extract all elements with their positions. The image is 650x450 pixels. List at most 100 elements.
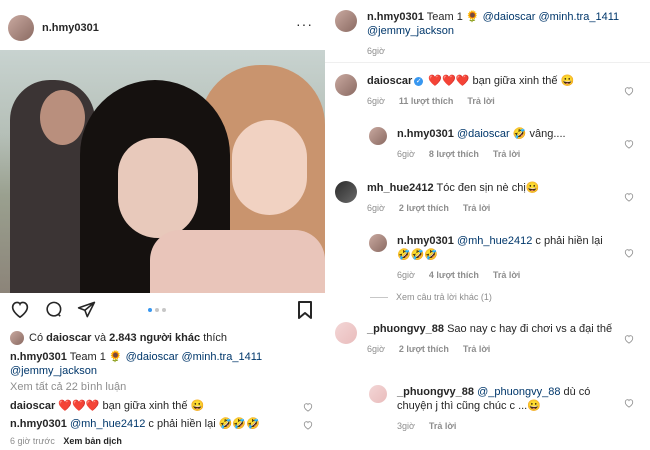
likes-and: và <box>94 332 107 344</box>
divider <box>325 62 650 63</box>
bookmark-icon[interactable] <box>297 300 313 325</box>
comment-likes[interactable]: 11 lượt thích <box>399 94 453 108</box>
comment-row: _phuongvy_88 Sao nay c hay đi chơi vs a … <box>335 322 622 356</box>
view-more-replies-label[interactable]: Xem câu trả lời khác (1) <box>396 292 492 302</box>
comment-like-icon[interactable] <box>624 86 634 96</box>
comment-body: daioscar ✓ ❤️❤️❤️ bạn giữa xinh thế 😀 6gi… <box>367 74 622 108</box>
author-avatar[interactable] <box>335 10 357 32</box>
comment-username[interactable]: n.hmy0301 <box>367 11 424 23</box>
photo-shirt <box>150 230 325 293</box>
reply-button[interactable]: Trả lời <box>493 147 520 161</box>
comment-username[interactable]: daioscar <box>10 400 55 412</box>
comment-text: ❤️❤️❤️ bạn giữa xinh thế 😀 <box>58 400 205 412</box>
carousel-dot <box>148 308 152 312</box>
comment-row: n.hmy0301 @mh_hue2412 c phải hiền lại 🤣🤣… <box>10 417 260 431</box>
author-avatar[interactable] <box>8 15 34 41</box>
reply-row: n.hmy0301 @mh_hue2412 c phải hiền lại 🤣🤣… <box>369 234 617 282</box>
comment-body: _phuongvy_88 Sao nay c hay đi chơi vs a … <box>367 322 622 356</box>
see-translation-link[interactable]: Xem bản dịch <box>63 436 122 446</box>
post-photo[interactable] <box>0 50 325 293</box>
comment-body: _phuongvy_88 @_phuongvy_88 dù có chuyện … <box>397 385 617 433</box>
commenter-avatar[interactable] <box>335 322 357 344</box>
comment-row: mh_hue2412 Tóc đen sịn nè chị😀 6giờ 2 lư… <box>335 181 622 215</box>
comment-like-icon[interactable] <box>624 248 634 258</box>
view-more-replies[interactable]: Xem câu trả lời khác (1) <box>370 292 492 302</box>
comment-likes[interactable]: 4 lượt thích <box>429 268 479 282</box>
share-icon[interactable] <box>77 300 96 319</box>
comment-likes[interactable]: 2 lượt thích <box>399 342 449 356</box>
carousel-indicator <box>148 308 166 312</box>
mention-link[interactable]: @jemmy_jackson <box>367 25 454 37</box>
comment-text: c phải hiền lại 🤣🤣🤣 <box>148 418 260 430</box>
verified-badge-icon: ✓ <box>414 76 424 86</box>
mention-link[interactable]: @jemmy_jackson <box>10 365 97 377</box>
comment-time: 6giờ <box>397 149 415 159</box>
reply-button[interactable]: Trả lời <box>493 268 520 282</box>
reply-row: _phuongvy_88 @_phuongvy_88 dù có chuyện … <box>369 385 617 433</box>
caption-line-2: @jemmy_jackson <box>10 364 97 378</box>
comment-like-icon[interactable] <box>624 192 634 202</box>
comment-likes[interactable]: 2 lượt thích <box>399 201 449 215</box>
post-footer: 6 giờ trước Xem bản dịch <box>10 434 122 448</box>
carousel-dot <box>155 308 159 312</box>
caption: n.hmy0301 Team 1 🌻 @daioscar @minh.tra_1… <box>10 350 262 364</box>
likes-prefix: Có <box>29 332 44 344</box>
caption-username[interactable]: n.hmy0301 <box>10 351 67 363</box>
liker-username[interactable]: daioscar <box>46 332 91 344</box>
comment-like-icon[interactable] <box>624 139 634 149</box>
mention-link[interactable]: @mh_hue2412 <box>70 418 145 430</box>
comment-like-icon[interactable] <box>624 398 634 408</box>
commenter-avatar[interactable] <box>369 385 387 403</box>
reply-button[interactable]: Trả lời <box>463 342 490 356</box>
carousel-dot <box>162 308 166 312</box>
comment-username[interactable]: n.hmy0301 <box>397 235 454 247</box>
comment-text: Tóc đen sịn nè chị😀 <box>436 182 540 194</box>
comment-text: Sao nay c hay đi chơi vs a đại thế <box>447 323 613 335</box>
commenter-avatar[interactable] <box>335 74 357 96</box>
view-all-comments[interactable]: Xem tất cả 22 bình luận <box>10 380 126 394</box>
more-options-icon[interactable]: ··· <box>296 16 313 32</box>
comment-meta: 6giờ 11 lượt thích Trả lời <box>367 94 622 108</box>
likes-count[interactable]: 2.843 người khác <box>109 332 200 344</box>
likes-suffix: thích <box>203 332 228 344</box>
comment-time: 6giờ <box>367 344 385 354</box>
comment-username[interactable]: _phuongvy_88 <box>397 386 474 398</box>
comment-username[interactable]: daioscar <box>367 75 412 87</box>
comment-username[interactable]: n.hmy0301 <box>397 128 454 140</box>
mention-link[interactable]: @minh.tra_1411 <box>181 351 262 363</box>
liker-avatar <box>10 331 24 345</box>
reply-button[interactable]: Trả lời <box>429 419 456 433</box>
post-header: n.hmy0301 <box>8 15 99 41</box>
comment-username[interactable]: mh_hue2412 <box>367 182 434 194</box>
comment-like-icon[interactable] <box>303 420 313 430</box>
comment-icon[interactable] <box>44 300 63 319</box>
comment-row: daioscar ✓ ❤️❤️❤️ bạn giữa xinh thế 😀 6gi… <box>335 74 622 108</box>
comment-row: daioscar ❤️❤️❤️ bạn giữa xinh thế 😀 <box>10 399 204 413</box>
comment-username[interactable]: n.hmy0301 <box>10 418 67 430</box>
comment-meta: 6giờ 4 lượt thích Trả lời <box>397 268 617 282</box>
mention-link[interactable]: @daioscar <box>457 128 510 140</box>
commenter-avatar[interactable] <box>369 127 387 145</box>
comment-time: 6giờ <box>367 203 385 213</box>
comment-like-icon[interactable] <box>624 334 634 344</box>
commenter-avatar[interactable] <box>369 234 387 252</box>
mention-link[interactable]: @daioscar <box>483 11 536 23</box>
post-panel: n.hmy0301 ··· Có daioscar và 2.843 người… <box>0 0 326 450</box>
comment-body: n.hmy0301 @mh_hue2412 c phải hiền lại 🤣🤣… <box>397 234 617 282</box>
comment-like-icon[interactable] <box>303 402 313 412</box>
comment-likes[interactable]: 8 lượt thích <box>429 147 479 161</box>
comment-body: n.hmy0301 @daioscar 🤣 vâng.... 6giờ 8 lư… <box>397 127 617 161</box>
post-time: 6 giờ trước <box>10 436 55 446</box>
comment-username[interactable]: _phuongvy_88 <box>367 323 444 335</box>
post-actions <box>10 300 96 319</box>
mention-link[interactable]: @minh.tra_1411 <box>538 11 619 23</box>
mention-link[interactable]: @mh_hue2412 <box>457 235 532 247</box>
reply-button[interactable]: Trả lời <box>463 201 490 215</box>
comment-text: ❤️❤️❤️ bạn giữa xinh thế 😀 <box>428 75 575 87</box>
mention-link[interactable]: @daioscar <box>126 351 179 363</box>
author-username[interactable]: n.hmy0301 <box>42 22 99 34</box>
mention-link[interactable]: @_phuongvy_88 <box>477 386 560 398</box>
heart-icon[interactable] <box>10 300 30 319</box>
reply-button[interactable]: Trả lời <box>467 94 494 108</box>
commenter-avatar[interactable] <box>335 181 357 203</box>
